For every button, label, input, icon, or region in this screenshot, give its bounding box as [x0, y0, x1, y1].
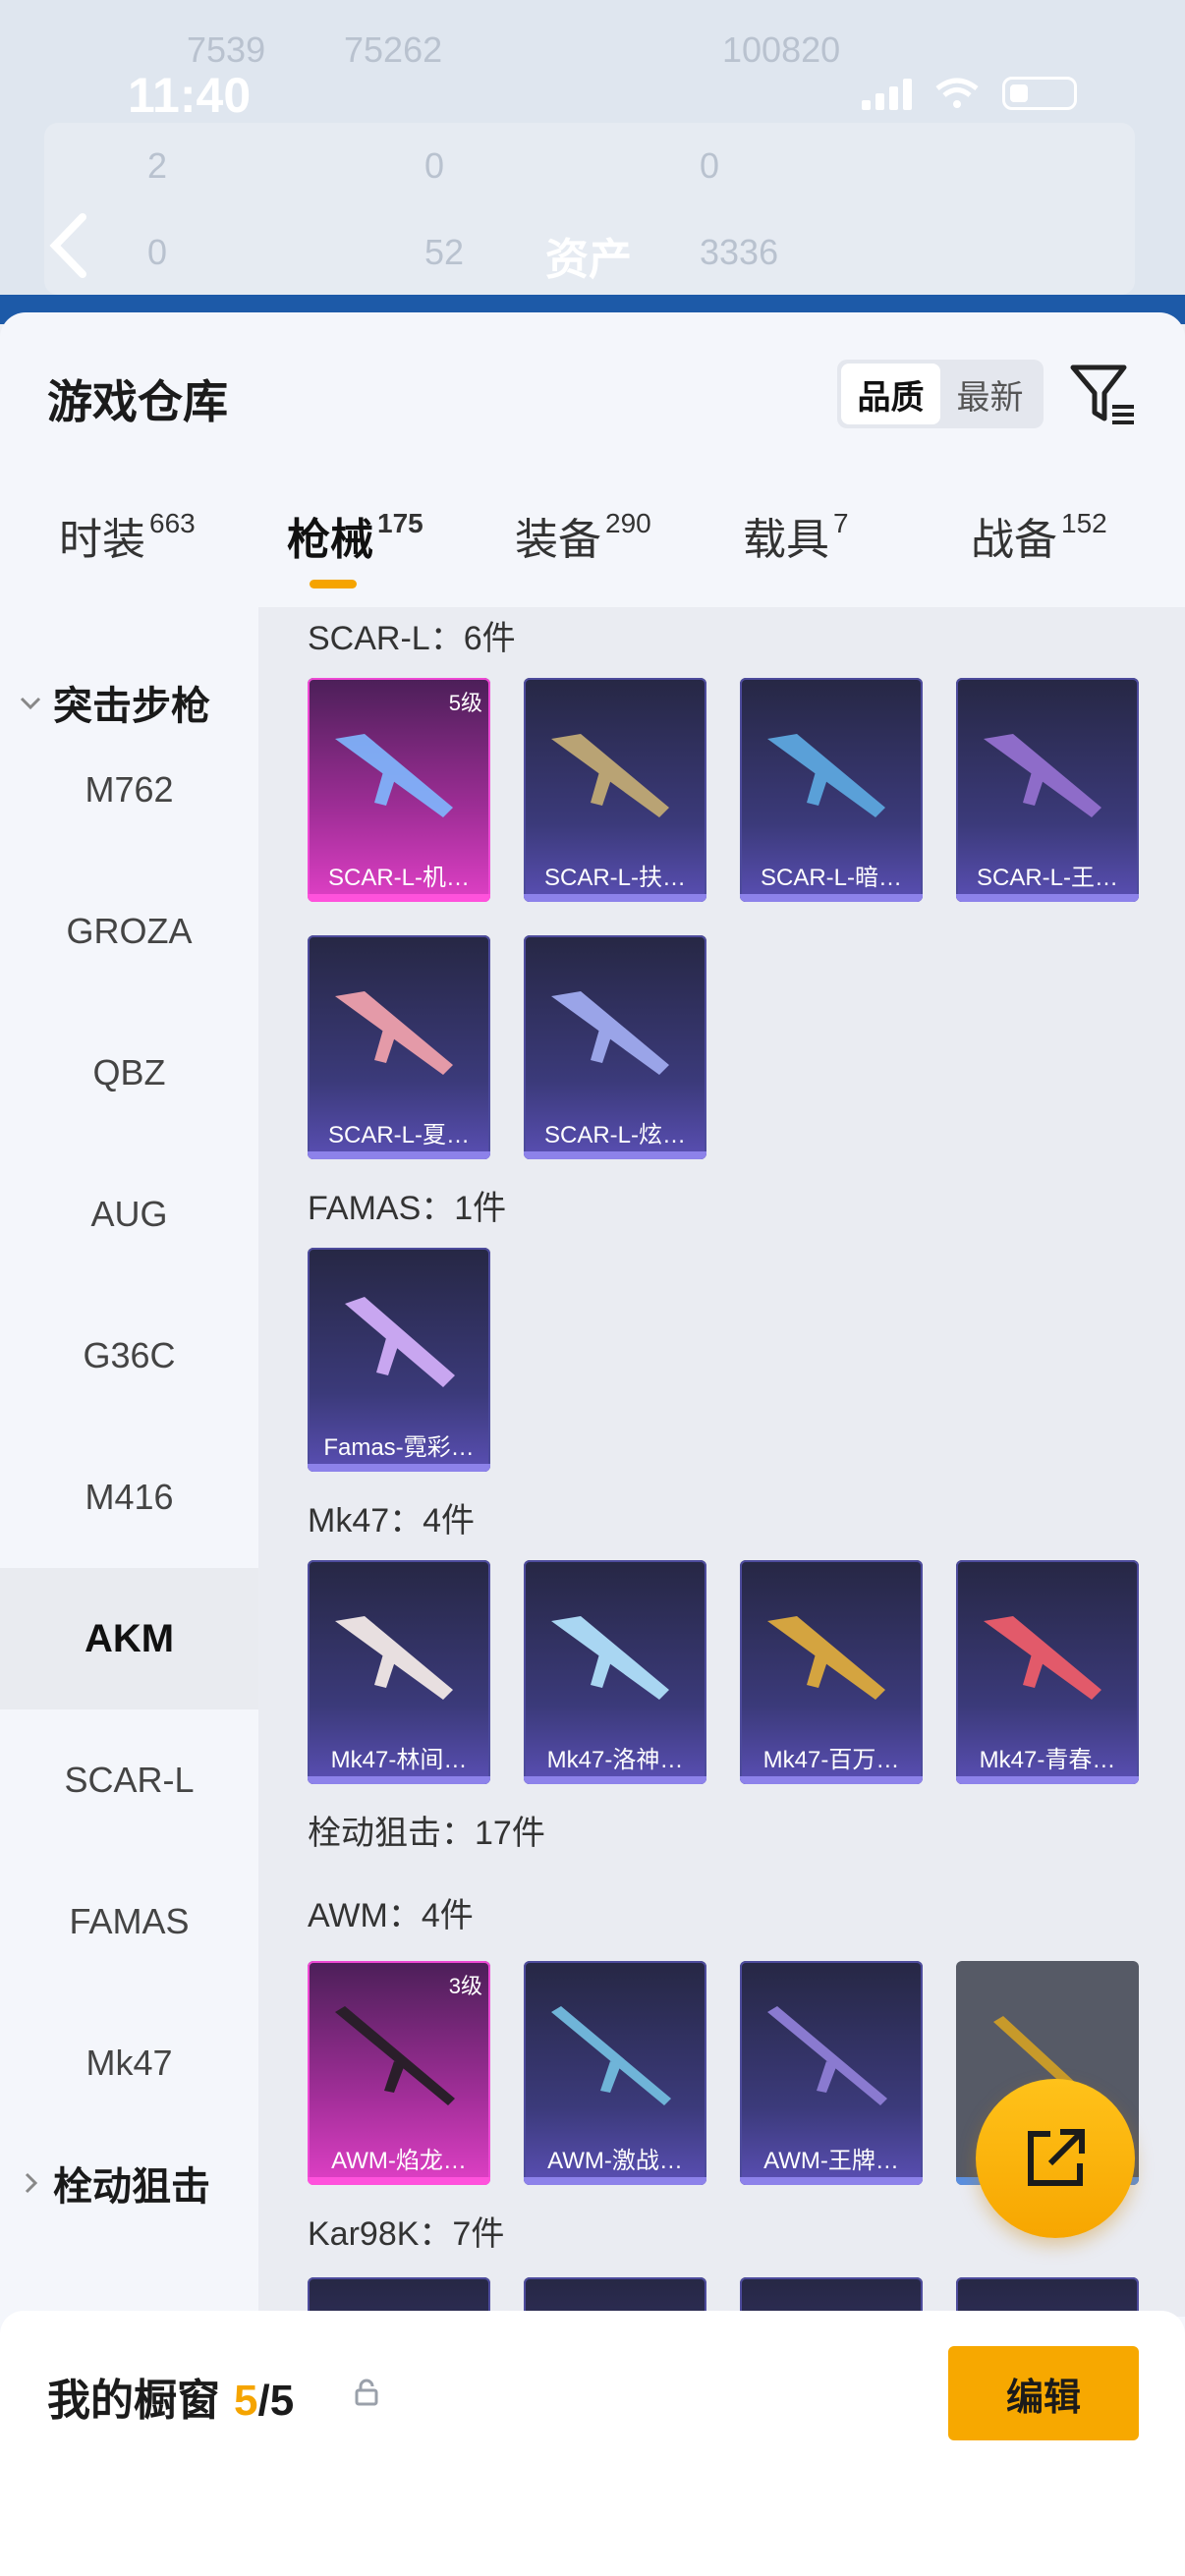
section-label-awm: AWM：4件	[308, 1897, 474, 1934]
chevron-right-icon	[25, 2172, 38, 2194]
bg-stat: 52	[424, 232, 465, 272]
lock-icon[interactable]	[352, 2378, 381, 2407]
sort-toggle: 品质 最新	[837, 360, 1044, 428]
sort-latest-option[interactable]: 最新	[940, 364, 1040, 424]
rifle-icon	[551, 734, 669, 817]
tab-fashion[interactable]: 时装 663	[59, 504, 196, 567]
sheet-title: 游戏仓库	[47, 376, 228, 427]
tab-guns[interactable]: 枪械 175	[287, 504, 423, 567]
rifle-icon	[767, 1616, 885, 1700]
background-header: 7539 75262 100820 2 0 0 0 52 3336 11:40 …	[0, 0, 1185, 324]
skin-card[interactable]: SCAR-L-王…	[956, 678, 1139, 902]
wifi-icon	[935, 78, 979, 108]
rifle-icon	[335, 991, 453, 1075]
tab-equipment[interactable]: 装备 290	[515, 504, 651, 567]
bg-stat: 2	[147, 145, 168, 186]
showcase-count-current: 5	[234, 2377, 258, 2425]
page-title: 资产	[545, 236, 632, 284]
rifle-icon	[345, 1297, 455, 1387]
bg-stat: 100820	[722, 29, 841, 70]
rifle-icon	[984, 734, 1101, 817]
skin-card[interactable]: Mk47-青春…	[956, 1560, 1139, 1784]
section-label-kar98k: Kar98K：7件	[308, 2215, 505, 2253]
sidebar-item-akm[interactable]: AKM	[0, 1568, 258, 1709]
tab-supplies[interactable]: 战备 152	[971, 504, 1107, 567]
section-label-bolt-snipers: 栓动狙击：17件	[308, 1815, 545, 1852]
sidebar-group-bolt-snipers[interactable]: 栓动狙击	[18, 2155, 210, 2212]
sidebar-item-mk47[interactable]: Mk47	[0, 1992, 258, 2134]
bg-stat: 0	[147, 232, 168, 272]
bg-stat: 0	[700, 145, 720, 186]
sidebar-item-qbz[interactable]: QBZ	[0, 1002, 258, 1144]
external-link-icon	[1028, 2129, 1085, 2186]
skin-card[interactable]: SCAR-L-暗…	[740, 678, 923, 902]
skin-card[interactable]: SCAR-L-炫…	[524, 935, 706, 1159]
sidebar-item-m762[interactable]: M762	[0, 719, 258, 861]
sidebar-item-scar-l[interactable]: SCAR-L	[0, 1709, 258, 1851]
sidebar-item-m416[interactable]: M416	[0, 1427, 258, 1568]
section-label-famas: FAMAS：1件	[308, 1190, 507, 1227]
warehouse-sheet: 游戏仓库 品质 最新 时装 663 枪械 175 装备 290 载具 7 战备 152 突…	[0, 312, 1185, 2576]
sidebar-item-groza[interactable]: GROZA	[0, 861, 258, 1002]
status-time: 11:40	[128, 68, 252, 123]
skin-card[interactable]: Mk47-百万…	[740, 1560, 923, 1784]
section-label-scar-l: SCAR-L：6件	[308, 620, 516, 657]
rifle-icon	[767, 734, 885, 817]
skin-card[interactable]: 3级 AWM-焰龙…	[308, 1961, 490, 2185]
bg-stat: 3336	[700, 232, 779, 272]
showcase-count-total: /5	[257, 2377, 295, 2425]
tab-vehicles[interactable]: 载具 7	[743, 504, 849, 567]
bg-stat: 75262	[344, 29, 443, 70]
category-tabs: 时装 663 枪械 175 装备 290 载具 7 战备 152	[0, 504, 1185, 602]
skin-card[interactable]: AWM-王牌…	[740, 1961, 923, 2185]
sidebar-item-g36c[interactable]: G36C	[0, 1285, 258, 1427]
rifle-icon	[335, 1616, 453, 1700]
skin-card[interactable]: Mk47-洛神…	[524, 1560, 706, 1784]
sidebar-item-famas[interactable]: FAMAS	[0, 1851, 258, 1992]
rifle-icon	[335, 734, 453, 817]
showcase-bar: 我的橱窗 5 /5 编辑	[0, 2311, 1185, 2576]
section-label-mk47: Mk47：4件	[308, 1502, 476, 1540]
edit-button[interactable]: 编辑	[948, 2346, 1139, 2440]
sniper-icon	[767, 2006, 887, 2105]
rifle-icon	[551, 991, 669, 1075]
bg-stat: 0	[424, 145, 445, 186]
showcase-title: 我的橱窗 5 /5	[47, 2377, 295, 2425]
skin-card[interactable]: SCAR-L-夏…	[308, 935, 490, 1159]
sort-quality-option[interactable]: 品质	[841, 364, 940, 424]
skin-card[interactable]: 5级 SCAR-L-机…	[308, 678, 490, 902]
skin-card[interactable]: Famas-霓彩…	[308, 1248, 490, 1472]
rifle-icon	[551, 1616, 669, 1700]
bg-stat: 7539	[187, 29, 266, 70]
weapon-grid: SCAR-L：6件 5级 SCAR-L-机… SCAR-L-扶… SCAR-L-…	[258, 607, 1185, 2501]
rifle-icon	[984, 1616, 1101, 1700]
chevron-down-icon	[20, 697, 41, 710]
skin-card[interactable]: SCAR-L-扶…	[524, 678, 706, 902]
sniper-icon	[551, 2006, 671, 2105]
weapon-sidebar: 突击步枪 M762 GROZA QBZ AUG G36C M416 AKM SC…	[0, 607, 258, 2277]
filter-icon[interactable]	[1069, 362, 1138, 428]
skin-card[interactable]: Mk47-林间…	[308, 1560, 490, 1784]
sniper-icon	[335, 2006, 455, 2105]
skin-card[interactable]: AWM-激战…	[524, 1961, 706, 2185]
share-button[interactable]	[976, 2079, 1135, 2238]
sidebar-item-aug[interactable]: AUG	[0, 1144, 258, 1285]
signal-icon	[862, 77, 912, 110]
battery-icon	[1002, 77, 1077, 110]
active-tab-indicator	[310, 580, 357, 588]
back-arrow-icon[interactable]	[47, 211, 90, 280]
status-icons	[862, 77, 1077, 110]
